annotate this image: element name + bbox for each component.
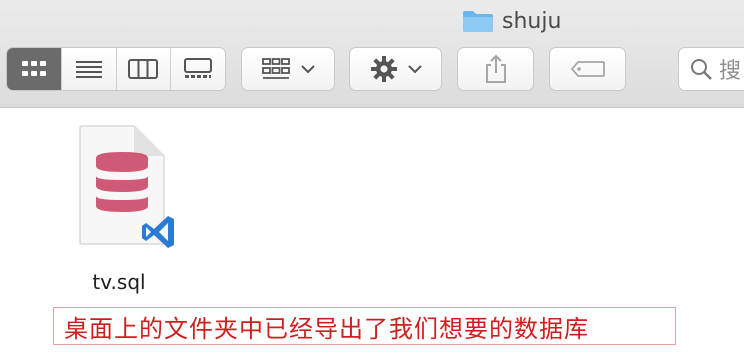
window-title: shuju	[462, 6, 561, 36]
grid-group-icon	[262, 58, 290, 79]
file-name: tv.sql	[92, 270, 146, 294]
window-title-text: shuju	[502, 8, 562, 34]
gallery-view-button[interactable]	[171, 48, 225, 90]
list-view-icon	[75, 61, 102, 78]
gear-icon	[370, 56, 397, 82]
share-button[interactable]	[457, 47, 534, 91]
action-button[interactable]	[349, 47, 442, 91]
database-sql-file-icon	[79, 125, 174, 248]
icon-view-button[interactable]	[7, 48, 62, 90]
group-by-button[interactable]	[241, 47, 335, 91]
annotation-caption: 桌面上的文件夹中已经导出了我们想要的数据库	[53, 307, 676, 345]
search-placeholder: 搜	[719, 59, 742, 84]
view-mode-segmented-control	[6, 47, 226, 91]
file-item[interactable]: tv.sql	[54, 122, 184, 294]
search-icon	[691, 59, 712, 80]
chevron-down-icon	[301, 65, 315, 74]
window-toolbar: shuju 搜	[0, 0, 744, 108]
chevron-down-icon	[407, 65, 422, 74]
share-icon	[485, 54, 506, 83]
tags-button[interactable]	[549, 47, 626, 91]
tag-icon	[570, 61, 605, 77]
folder-icon	[463, 11, 493, 32]
list-view-button[interactable]	[61, 48, 117, 90]
icon-view-icon	[21, 61, 46, 76]
column-view-button[interactable]	[116, 48, 172, 90]
search-field[interactable]: 搜	[678, 47, 744, 91]
gallery-view-icon	[184, 58, 213, 78]
column-view-icon	[128, 59, 159, 79]
